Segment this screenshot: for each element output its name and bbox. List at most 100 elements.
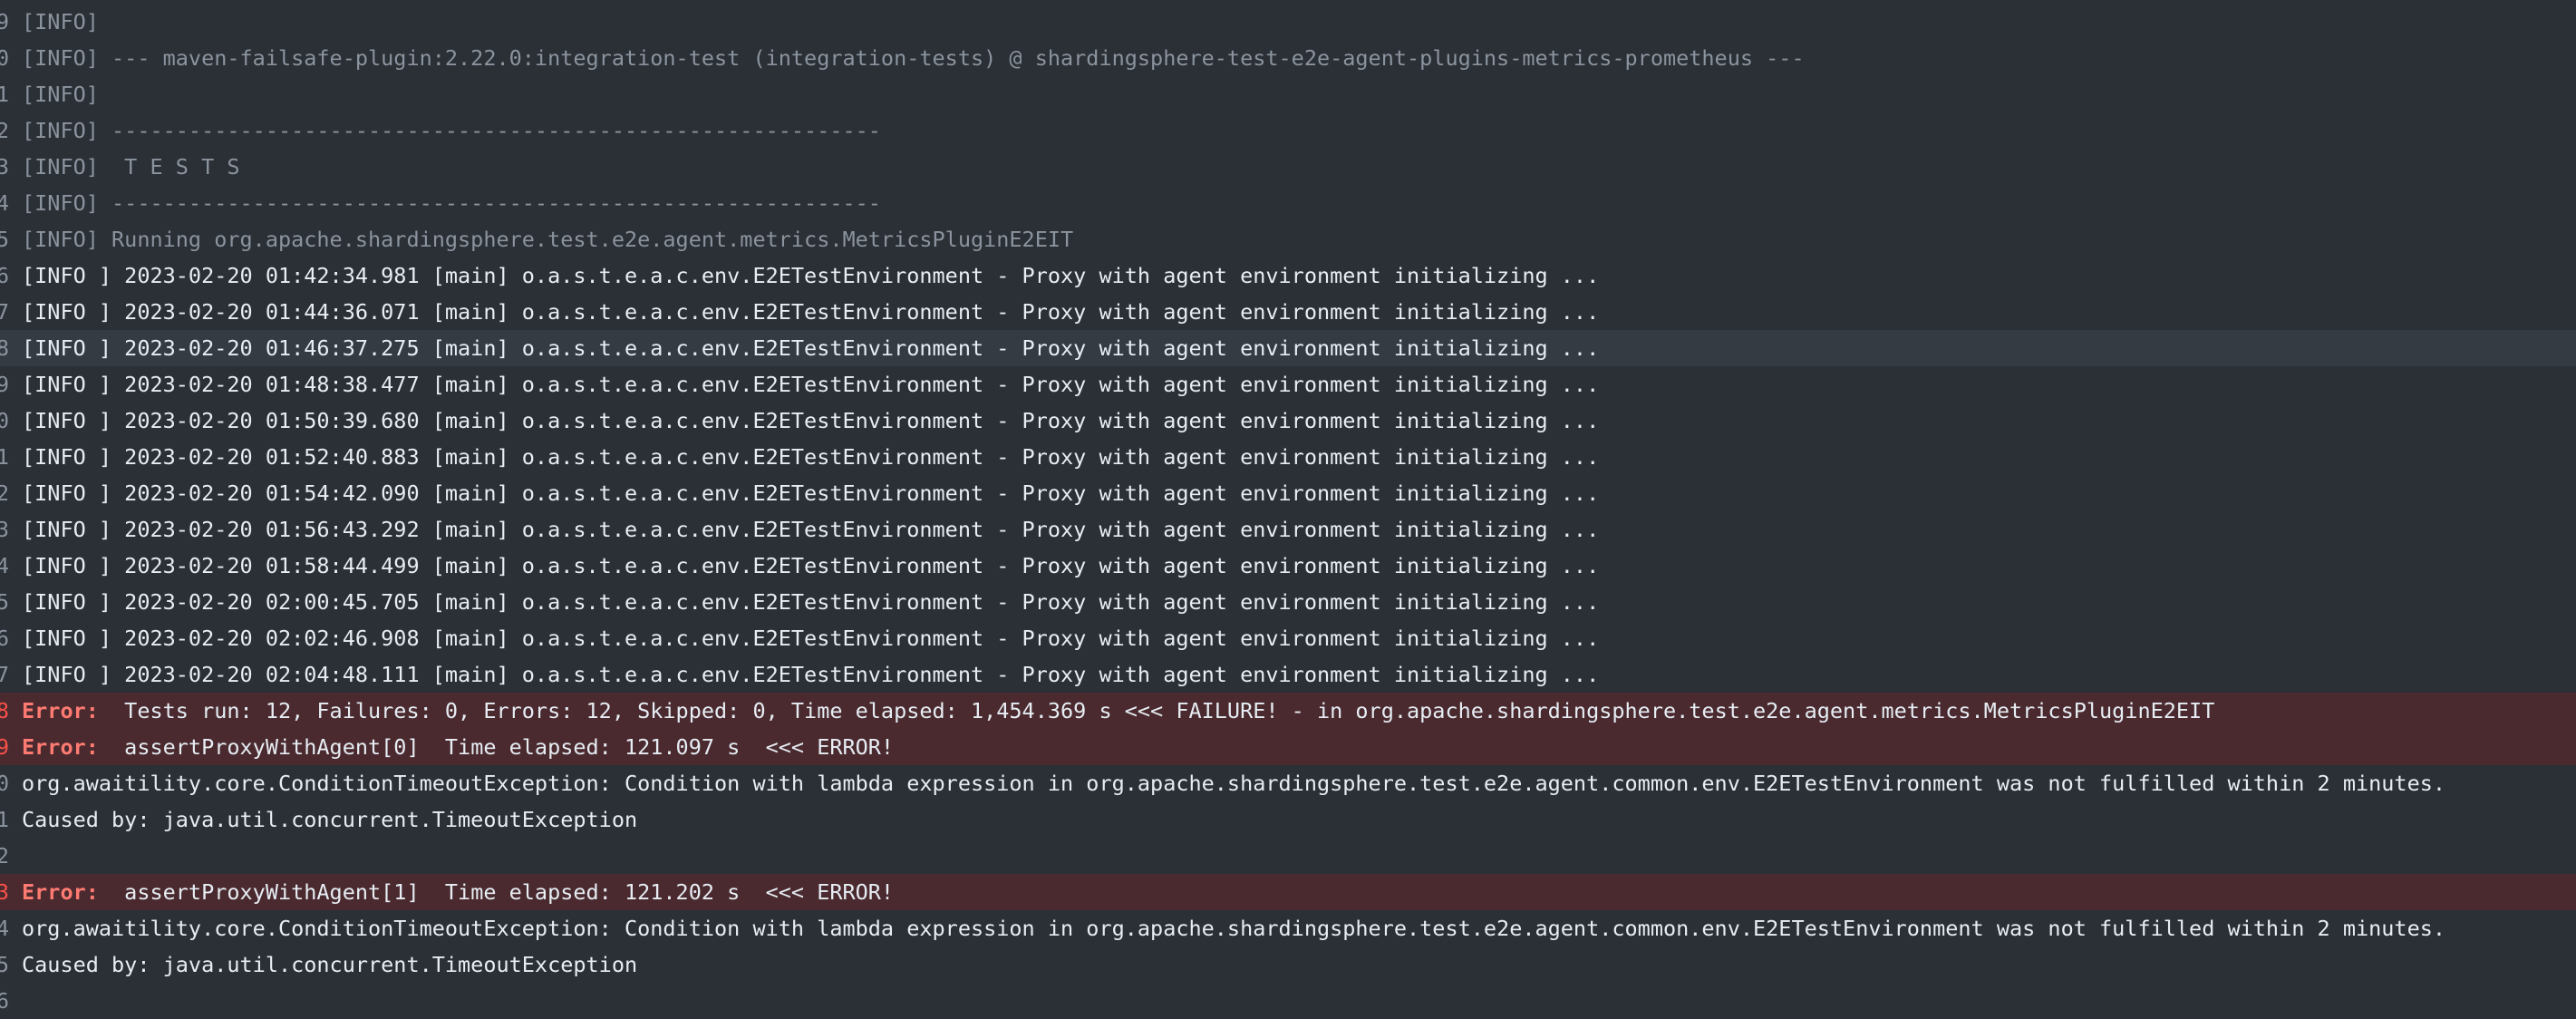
- log-line-error[interactable]: 19Error: assertProxyWithAgent[0] Time el…: [0, 729, 2576, 765]
- line-number[interactable]: 19: [0, 729, 22, 765]
- line-number[interactable]: 25: [0, 946, 22, 983]
- log-line-error[interactable]: 23Error: assertProxyWithAgent[1] Time el…: [0, 874, 2576, 910]
- line-number[interactable]: 18: [0, 693, 22, 729]
- line-number[interactable]: 16: [0, 620, 22, 656]
- log-line[interactable]: 16[INFO ] 2023-02-20 02:02:46.908 [main]…: [0, 620, 2576, 656]
- log-line-content: Error: Tests run: 12, Failures: 0, Error…: [22, 693, 2576, 729]
- log-line[interactable]: 07[INFO ] 2023-02-20 01:44:36.071 [main]…: [0, 294, 2576, 330]
- log-line-content: [INFO ] 2023-02-20 01:50:39.680 [main] o…: [22, 403, 2576, 439]
- line-number[interactable]: 05: [0, 221, 22, 257]
- log-line[interactable]: 06[INFO ] 2023-02-20 01:42:34.981 [main]…: [0, 257, 2576, 294]
- log-text: [INFO] ---------------------------------…: [22, 118, 881, 143]
- log-line[interactable]: 04[INFO] -------------------------------…: [0, 185, 2576, 221]
- log-line[interactable]: 25Caused by: java.util.concurrent.Timeou…: [0, 946, 2576, 983]
- log-text: Tests run: 12, Failures: 0, Errors: 12, …: [98, 698, 2215, 723]
- error-label: Error:: [22, 698, 99, 723]
- log-text: assertProxyWithAgent[0] Time elapsed: 12…: [98, 734, 895, 760]
- log-line[interactable]: 21Caused by: java.util.concurrent.Timeou…: [0, 801, 2576, 838]
- log-line[interactable]: 26: [0, 983, 2576, 1019]
- log-line[interactable]: 09[INFO ] 2023-02-20 01:48:38.477 [main]…: [0, 366, 2576, 403]
- log-line[interactable]: 01[INFO]: [0, 76, 2576, 112]
- log-line-content: [INFO ] 2023-02-20 01:54:42.090 [main] o…: [22, 475, 2576, 511]
- line-number[interactable]: 13: [0, 511, 22, 548]
- line-number[interactable]: 99: [0, 4, 22, 40]
- log-text: [INFO] ---------------------------------…: [22, 190, 881, 216]
- line-number[interactable]: 02: [0, 112, 22, 149]
- log-line-content: Error: assertProxyWithAgent[1] Time elap…: [22, 874, 2576, 910]
- line-number[interactable]: 07: [0, 294, 22, 330]
- log-line-content: [INFO ] 2023-02-20 01:46:37.275 [main] o…: [22, 330, 2576, 366]
- log-text: [INFO ] 2023-02-20 01:46:37.275 [main] o…: [22, 335, 1600, 361]
- log-text: [INFO ] 2023-02-20 01:44:36.071 [main] o…: [22, 299, 1600, 325]
- line-number[interactable]: 01: [0, 76, 22, 112]
- log-text: [INFO ] 2023-02-20 01:52:40.883 [main] o…: [22, 444, 1600, 470]
- log-text: [INFO ] 2023-02-20 02:02:46.908 [main] o…: [22, 626, 1600, 651]
- line-number[interactable]: 22: [0, 838, 22, 874]
- log-line[interactable]: 20org.awaitility.core.ConditionTimeoutEx…: [0, 765, 2576, 801]
- log-line[interactable]: 00[INFO] --- maven-failsafe-plugin:2.22.…: [0, 40, 2576, 76]
- line-number[interactable]: 14: [0, 548, 22, 584]
- log-line-content: [INFO] ---------------------------------…: [22, 112, 2576, 149]
- line-number[interactable]: 09: [0, 366, 22, 403]
- error-label: Error:: [22, 734, 99, 760]
- line-number[interactable]: 24: [0, 910, 22, 946]
- error-label: Error:: [22, 879, 99, 905]
- log-line[interactable]: 10[INFO ] 2023-02-20 01:50:39.680 [main]…: [0, 403, 2576, 439]
- log-text: [INFO ] 2023-02-20 01:58:44.499 [main] o…: [22, 553, 1600, 578]
- log-line[interactable]: 08[INFO ] 2023-02-20 01:46:37.275 [main]…: [0, 330, 2576, 366]
- line-number[interactable]: 03: [0, 149, 22, 185]
- line-number[interactable]: 08: [0, 330, 22, 366]
- log-line[interactable]: 14[INFO ] 2023-02-20 01:58:44.499 [main]…: [0, 548, 2576, 584]
- log-output: 99[INFO]00[INFO] --- maven-failsafe-plug…: [0, 0, 2576, 1014]
- log-line[interactable]: 03[INFO] T E S T S: [0, 149, 2576, 185]
- log-line[interactable]: 11[INFO ] 2023-02-20 01:52:40.883 [main]…: [0, 439, 2576, 475]
- log-line-content: [INFO ] 2023-02-20 01:56:43.292 [main] o…: [22, 511, 2576, 548]
- log-line-content: org.awaitility.core.ConditionTimeoutExce…: [22, 910, 2576, 946]
- log-text: [INFO] Running org.apache.shardingsphere…: [22, 227, 1074, 252]
- line-number[interactable]: 11: [0, 439, 22, 475]
- log-line[interactable]: 99[INFO]: [0, 4, 2576, 40]
- log-line-content: [INFO ] 2023-02-20 01:44:36.071 [main] o…: [22, 294, 2576, 330]
- line-number[interactable]: 06: [0, 257, 22, 294]
- log-text: [INFO] --- maven-failsafe-plugin:2.22.0:…: [22, 45, 1805, 71]
- line-number[interactable]: 21: [0, 801, 22, 838]
- line-number[interactable]: 23: [0, 874, 22, 910]
- log-line[interactable]: 13[INFO ] 2023-02-20 01:56:43.292 [main]…: [0, 511, 2576, 548]
- log-line-content: [INFO] ---------------------------------…: [22, 185, 2576, 221]
- log-text: [INFO ] 2023-02-20 01:48:38.477 [main] o…: [22, 372, 1600, 397]
- log-line[interactable]: 17[INFO ] 2023-02-20 02:04:48.111 [main]…: [0, 656, 2576, 693]
- line-number[interactable]: 15: [0, 584, 22, 620]
- line-number[interactable]: 17: [0, 656, 22, 693]
- log-text: [INFO ] 2023-02-20 01:56:43.292 [main] o…: [22, 517, 1600, 542]
- line-number[interactable]: 04: [0, 185, 22, 221]
- line-number[interactable]: 00: [0, 40, 22, 76]
- log-line[interactable]: 12[INFO ] 2023-02-20 01:54:42.090 [main]…: [0, 475, 2576, 511]
- line-number[interactable]: 20: [0, 765, 22, 801]
- log-line-content: [22, 838, 2576, 874]
- log-text: [INFO ] 2023-02-20 02:04:48.111 [main] o…: [22, 662, 1600, 687]
- log-text: [INFO ] 2023-02-20 02:00:45.705 [main] o…: [22, 589, 1600, 615]
- log-line-content: Error: assertProxyWithAgent[0] Time elap…: [22, 729, 2576, 765]
- log-text: org.awaitility.core.ConditionTimeoutExce…: [22, 771, 2446, 796]
- log-line[interactable]: 05[INFO] Running org.apache.shardingsphe…: [0, 221, 2576, 257]
- log-text: [INFO] T E S T S: [22, 154, 240, 180]
- log-line-content: [INFO ] 2023-02-20 02:04:48.111 [main] o…: [22, 656, 2576, 693]
- log-line-content: [INFO]: [22, 4, 2576, 40]
- log-text: [INFO ] 2023-02-20 01:50:39.680 [main] o…: [22, 408, 1600, 433]
- log-text: org.awaitility.core.ConditionTimeoutExce…: [22, 916, 2446, 941]
- line-number[interactable]: 26: [0, 983, 22, 1019]
- log-line-content: [INFO ] 2023-02-20 01:42:34.981 [main] o…: [22, 257, 2576, 294]
- log-line[interactable]: 02[INFO] -------------------------------…: [0, 112, 2576, 149]
- log-line-content: [INFO ] 2023-02-20 02:02:46.908 [main] o…: [22, 620, 2576, 656]
- log-line[interactable]: 22: [0, 838, 2576, 874]
- log-line-error[interactable]: 18Error: Tests run: 12, Failures: 0, Err…: [0, 693, 2576, 729]
- line-number[interactable]: 12: [0, 475, 22, 511]
- log-text: Caused by: java.util.concurrent.TimeoutE…: [22, 807, 638, 832]
- log-line[interactable]: 24org.awaitility.core.ConditionTimeoutEx…: [0, 910, 2576, 946]
- log-line-content: Caused by: java.util.concurrent.TimeoutE…: [22, 946, 2576, 983]
- log-line-content: [22, 983, 2576, 1019]
- log-line[interactable]: 15[INFO ] 2023-02-20 02:00:45.705 [main]…: [0, 584, 2576, 620]
- log-text: Caused by: java.util.concurrent.TimeoutE…: [22, 952, 638, 977]
- log-line-content: [INFO] T E S T S: [22, 149, 2576, 185]
- line-number[interactable]: 10: [0, 403, 22, 439]
